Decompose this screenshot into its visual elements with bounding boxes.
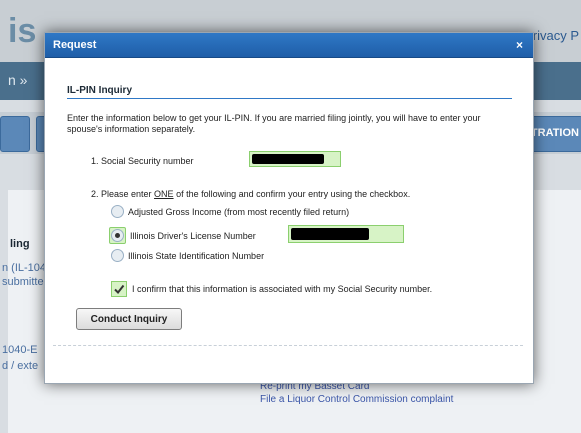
link-liquor-complaint[interactable]: File a Liquor Control Commission complai… bbox=[260, 393, 453, 406]
privacy-link[interactable]: rivacy P bbox=[533, 28, 579, 43]
step2-one: ONE bbox=[154, 189, 174, 199]
side-line-2[interactable]: submitte bbox=[2, 276, 44, 288]
confirm-label: I confirm that this information is assoc… bbox=[132, 284, 433, 294]
ssn-label: 1. Social Security number bbox=[91, 156, 194, 166]
modal-footer-divider bbox=[53, 345, 523, 346]
conduct-inquiry-button[interactable]: Conduct Inquiry bbox=[76, 308, 182, 330]
step2-instruction: 2. Please enter ONE of the following and… bbox=[91, 189, 410, 199]
ssn-input[interactable] bbox=[249, 151, 341, 167]
side-line-1[interactable]: n (IL-104 bbox=[2, 262, 46, 274]
section-title: IL-PIN Inquiry bbox=[67, 85, 132, 96]
confirm-checkbox[interactable] bbox=[111, 281, 127, 297]
option-label: Adjusted Gross Income (from most recentl… bbox=[128, 206, 350, 217]
side-line-4[interactable]: d / exte bbox=[2, 360, 38, 372]
side-line-3[interactable]: 1040-E bbox=[2, 344, 37, 356]
breadcrumb[interactable]: n » bbox=[8, 72, 27, 88]
registration-button-text: TRATION bbox=[530, 127, 579, 139]
option-agi[interactable]: Adjusted Gross Income (from most recentl… bbox=[111, 205, 349, 218]
option-drivers-license[interactable]: Illinois Driver's License Number bbox=[109, 227, 256, 244]
license-input[interactable] bbox=[288, 225, 404, 243]
bg-nav-button-1[interactable] bbox=[0, 116, 30, 152]
request-modal: Request × IL-PIN Inquiry Enter the infor… bbox=[44, 32, 534, 384]
license-redaction bbox=[291, 228, 369, 240]
radio-button[interactable] bbox=[111, 205, 124, 218]
ssn-redaction bbox=[252, 154, 324, 164]
step2-prefix: 2. Please enter bbox=[91, 189, 155, 199]
modal-header: Request × bbox=[45, 33, 533, 58]
radio-highlight bbox=[109, 227, 126, 244]
site-logo: is bbox=[8, 12, 37, 50]
section-divider bbox=[67, 98, 512, 99]
option-label: Illinois Driver's License Number bbox=[130, 230, 256, 241]
option-state-id[interactable]: Illinois State Identification Number bbox=[111, 249, 264, 262]
modal-title: Request bbox=[53, 39, 97, 51]
option-label: Illinois State Identification Number bbox=[128, 250, 265, 261]
radio-button[interactable] bbox=[111, 249, 124, 262]
intro-text: Enter the information below to get your … bbox=[67, 113, 481, 134]
confirm-row[interactable]: I confirm that this information is assoc… bbox=[111, 281, 432, 297]
checkmark-icon bbox=[114, 284, 125, 295]
side-heading: ling bbox=[10, 238, 30, 250]
radio-button-selected[interactable] bbox=[111, 229, 124, 242]
close-icon[interactable]: × bbox=[516, 38, 523, 52]
step2-suffix: of the following and confirm your entry … bbox=[173, 189, 411, 199]
